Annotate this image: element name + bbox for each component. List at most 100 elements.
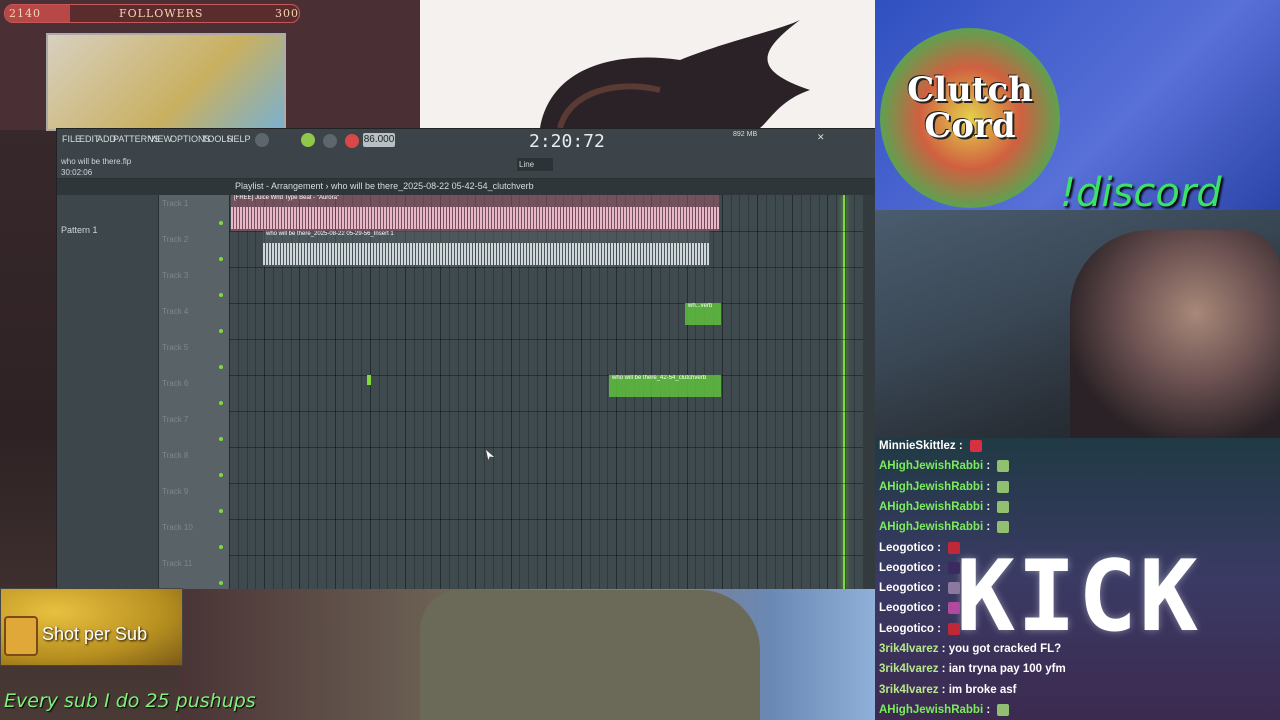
clutch-cord-logo-text: Clutch Cord [880,72,1060,144]
track-mute-indicator[interactable] [219,437,223,441]
track-mute-indicator[interactable] [219,329,223,333]
grid-column-line [853,195,855,589]
clip-insert[interactable]: who will be there_2025-08-22 05-29-56_In… [263,231,709,267]
chat-username[interactable]: Leogotico [879,582,934,594]
grid-column-line [792,195,794,589]
playlist-title: Playlist - Arrangement › who will be the… [235,181,534,191]
close-icon[interactable]: ✕ [817,132,825,143]
chat-emote-icon [948,602,961,615]
chat-username[interactable]: AHighJewishRabbi [879,501,983,513]
menu-view[interactable]: VIEW [149,134,172,144]
vertical-scrollbar[interactable] [863,195,875,589]
stop-button[interactable] [323,134,337,148]
track-headers: Track 1 Track 2 Track 3 Track 4 Track 5 Track… [159,195,229,589]
chat-separator: : [933,561,945,574]
track-mute-indicator[interactable] [219,473,223,477]
clip-label: [FREE] Juice Wrld Type Beat - "Aurora" [234,195,340,201]
clip-clutchverb[interactable]: who will be there_42-54_clutchverb [609,375,721,397]
streamer-figure [1070,230,1280,438]
chat-username[interactable]: 3rik4lvarez [879,643,938,655]
chat-emote-icon [997,500,1010,513]
followers-label: FOLLOWERS [119,7,204,20]
chat-username[interactable]: Leogotico [879,542,934,554]
chat-message: AHighJewishRabbi : [879,703,1010,716]
grid-column-line [836,195,838,589]
chat-text: you got cracked FL? [948,643,1062,655]
chat-separator: : [983,460,994,473]
track-label[interactable]: Track 9 [162,487,188,496]
chat-separator: : [955,440,966,453]
track-label[interactable]: Track 7 [162,415,188,424]
chat-username[interactable]: Leogotico [879,562,934,574]
grid-column-line [730,195,732,589]
pattern-picker-panel: Pattern 1 [57,195,159,589]
chat-message: AHighJewishRabbi : [879,480,1010,493]
chat-message: 3rik4lvarez : you got cracked FL? [879,643,1061,655]
chat-separator: : [938,643,949,655]
chat-emote-icon [997,521,1010,534]
chat-separator: : [983,703,994,716]
followers-current: 2140 [9,7,41,20]
track-mute-indicator[interactable] [219,365,223,369]
clip-small-marker[interactable] [367,375,371,385]
grid-column-line [721,195,723,589]
track-label[interactable]: Track 8 [162,451,188,460]
clip-aurora[interactable]: [FREE] Juice Wrld Type Beat - "Aurora" [231,195,719,231]
grid-row-line [229,375,863,376]
grid-column-line [255,195,257,589]
track-mute-indicator[interactable] [219,545,223,549]
track-label[interactable]: Track 6 [162,379,188,388]
clip-verb[interactable]: wh...verb [685,303,721,325]
chat-message: Leogotico : [879,602,961,615]
grid-column-line [827,195,829,589]
kick-logo: KICK [956,540,1201,654]
chat-username[interactable]: 3rik4lvarez [879,684,938,696]
song-position-display: 2:20:72 [529,131,605,152]
chat-username[interactable]: MinnieSkittlez [879,440,956,452]
playlist-grid[interactable]: [FREE] Juice Wrld Type Beat - "Aurora" wh… [229,195,863,589]
track-mute-indicator[interactable] [219,221,223,225]
chat-username[interactable]: 3rik4lvarez [879,663,938,675]
track-mute-indicator[interactable] [219,401,223,405]
chat-separator: : [983,500,994,513]
tempo-display[interactable]: 86.000 [363,133,395,147]
chat-username[interactable]: AHighJewishRabbi [879,460,983,472]
menu-help[interactable]: HELP [227,134,251,144]
chat-emote-icon [997,460,1010,473]
chat-username[interactable]: AHighJewishRabbi [879,704,983,716]
track-label[interactable]: Track 10 [162,523,193,532]
fl-toolbar-row: who will be there.flp 30:02:06 Line [57,151,876,179]
chat-username[interactable]: AHighJewishRabbi [879,481,983,493]
chat-username[interactable]: Leogotico [879,623,934,635]
track-label[interactable]: Track 3 [162,271,188,280]
chat-username[interactable]: Leogotico [879,602,934,614]
chat-separator: : [938,683,949,696]
snap-selector[interactable]: Line [517,158,553,171]
track-label[interactable]: Track 5 [162,343,188,352]
track-label[interactable]: Track 2 [162,235,188,244]
clip-waveform [263,243,709,265]
track-mute-indicator[interactable] [219,509,223,513]
chat-username[interactable]: AHighJewishRabbi [879,521,983,533]
play-button[interactable] [301,133,315,147]
chat-text: ian tryna pay 100 yfm [948,663,1066,676]
followers-goal-bar: 2140 FOLLOWERS 3000 [4,4,300,23]
logo-line-1: Clutch [907,70,1033,110]
song-duration: 30:02:06 [61,168,93,177]
chat-separator: : [983,521,994,534]
track-mute-indicator[interactable] [219,293,223,297]
track-mute-indicator[interactable] [219,257,223,261]
chat-message: AHighJewishRabbi : [879,460,1010,473]
track-label[interactable]: Track 1 [162,199,188,208]
grid-column-line [237,195,239,589]
track-label[interactable]: Track 11 [162,559,192,568]
grid-column-line [801,195,802,589]
chat-message: MinnieSkittlez : [879,440,982,452]
chat-message: Leogotico : [879,622,961,635]
record-button[interactable] [345,134,359,148]
master-volume-knob[interactable] [255,133,269,147]
grid-column-line [246,195,248,589]
track-label[interactable]: Track 4 [162,307,188,316]
pattern-item[interactable]: Pattern 1 [61,225,98,235]
track-mute-indicator[interactable] [219,581,223,585]
